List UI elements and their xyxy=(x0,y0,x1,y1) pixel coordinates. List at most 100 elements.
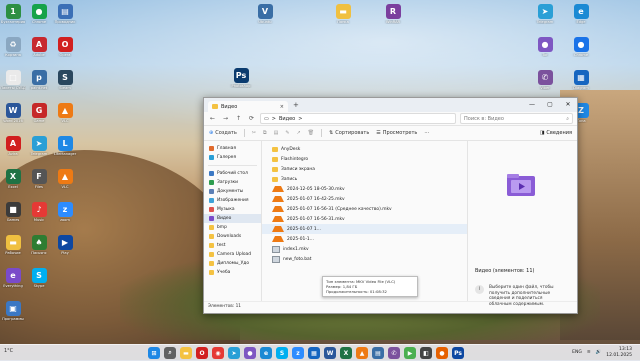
taskbar-app-icon[interactable]: ▲ xyxy=(356,347,368,359)
desktop-shortcut[interactable]: ▤ Проводник xyxy=(52,4,78,34)
desktop-shortcut[interactable]: z zoom xyxy=(52,202,78,232)
desktop-shortcut[interactable]: O Opera xyxy=(52,37,78,67)
taskbar-app-icon[interactable]: ✆ xyxy=(388,347,400,359)
clock[interactable]: 13:13 12.01.2025 xyxy=(606,347,632,358)
desktop-shortcut[interactable]: S Steam xyxy=(52,70,78,100)
sidebar-item[interactable]: Галерея xyxy=(204,153,261,162)
address-bar[interactable]: ▭ > Видео > xyxy=(260,113,456,124)
desktop-shortcut[interactable]: A Adobe xyxy=(26,37,52,67)
copy-icon[interactable]: ⧉ xyxy=(263,130,267,136)
folder-item[interactable]: Flashintegro xyxy=(262,154,467,164)
details-button[interactable]: ◨ Сведения xyxy=(540,130,572,136)
desktop-shortcut[interactable]: ♠ Пасьянс xyxy=(26,235,52,265)
sidebar-item[interactable]: Дипломы_Удо xyxy=(204,259,261,268)
language-indicator[interactable]: ENG xyxy=(572,350,582,355)
desktop-shortcut[interactable]: X Excel xyxy=(0,169,26,199)
desktop-shortcut[interactable]: S Skype xyxy=(26,268,52,298)
desktop-shortcut[interactable]: e Everything xyxy=(0,268,26,298)
desktop-shortcut[interactable]: W Word 2016 xyxy=(0,103,26,133)
desktop-shortcut[interactable]: ♪ Music xyxy=(26,202,52,232)
taskbar-app-icon[interactable]: X xyxy=(340,347,352,359)
folder-item[interactable]: Запись xyxy=(262,174,467,184)
file-item[interactable]: 2025-01-07 16-42-25.mkv xyxy=(262,194,467,204)
taskbar-app-icon[interactable]: ● xyxy=(436,347,448,359)
sort-button[interactable]: ⇅ Сортировать xyxy=(329,130,369,136)
taskbar-app-icon[interactable]: ⌕ xyxy=(164,347,176,359)
desktop-shortcut[interactable]: 1 Бухгалтерия xyxy=(0,4,26,34)
sidebar-item[interactable]: Учеба xyxy=(204,268,261,277)
desktop-shortcut[interactable]: ✆ Viber xyxy=(532,70,558,100)
file-item[interactable]: 2025-01-07 16-56-31 (Среднее качество).m… xyxy=(262,204,467,214)
desktop-shortcut[interactable]: A Avira xyxy=(0,136,26,166)
paste-icon[interactable]: ▤ xyxy=(274,130,279,136)
share-icon[interactable]: ↗ xyxy=(297,130,301,136)
volume-icon[interactable]: 🔊 xyxy=(596,350,602,355)
desktop-shortcut[interactable]: ➤ Telegram xyxy=(26,136,52,166)
taskbar-app-icon[interactable]: ▬ xyxy=(180,347,192,359)
minimize-button[interactable]: — xyxy=(523,98,541,112)
view-button[interactable]: ☰ Просмотреть xyxy=(376,130,417,136)
desktop-shortcut[interactable]: ♻ Корзина xyxy=(0,37,26,67)
taskbar-app-icon[interactable]: W xyxy=(324,347,336,359)
desktop-shortcut[interactable]: e Edge xyxy=(568,4,594,34)
tab-video[interactable]: Видео × xyxy=(208,101,288,112)
cut-icon[interactable]: ✂ xyxy=(252,130,256,136)
desktop-shortcut[interactable]: ● Chrome xyxy=(26,4,52,34)
sidebar-item[interactable]: Видео xyxy=(204,214,261,223)
wifi-icon[interactable]: ≋ xyxy=(587,350,591,355)
taskbar-app-icon[interactable]: ◧ xyxy=(420,347,432,359)
search-input[interactable]: Поиск в: Видео ⌕ xyxy=(460,113,573,124)
create-button[interactable]: ⊕ Создать xyxy=(209,130,237,136)
file-item[interactable]: index1.mkv xyxy=(262,244,467,254)
sidebar-item[interactable]: Документы xyxy=(204,187,261,196)
desktop-shortcut[interactable]: ● Chrome xyxy=(568,37,594,67)
desktop-shortcut[interactable]: R WinRAR xyxy=(380,4,406,34)
sidebar-item[interactable]: test xyxy=(204,241,261,250)
desktop-shortcut[interactable]: ▦ Diagram xyxy=(568,70,594,100)
sidebar-item[interactable]: Camera Upload xyxy=(204,250,261,259)
weather-widget[interactable]: 1°C xyxy=(4,348,13,354)
folder-item[interactable]: Записи экрана xyxy=(262,164,467,174)
desktop-shortcut[interactable]: ▬ Рабочие xyxy=(0,235,26,265)
desktop-shortcut[interactable]: □ Пакеты СУБД xyxy=(0,70,26,100)
desktop-shortcut[interactable]: ▶ Play xyxy=(52,235,78,265)
forward-arrow-icon[interactable]: → xyxy=(221,115,230,122)
taskbar-app-icon[interactable]: e xyxy=(260,347,272,359)
taskbar-app-icon[interactable]: ◉ xyxy=(212,347,224,359)
close-window-button[interactable]: ✕ xyxy=(559,98,577,112)
rename-icon[interactable]: ✎ xyxy=(285,130,289,136)
taskbar-app-icon[interactable]: ▶ xyxy=(404,347,416,359)
desktop-shortcut[interactable]: ■ Games xyxy=(0,202,26,232)
new-tab-button[interactable]: + xyxy=(293,101,299,109)
desktop-shortcut[interactable]: G Game xyxy=(26,103,52,133)
taskbar-app-icon[interactable]: ▤ xyxy=(372,347,384,359)
taskbar-app-icon[interactable]: ● xyxy=(244,347,256,359)
more-options-button[interactable]: ··· xyxy=(424,130,429,136)
file-item[interactable]: 2024-12-05 18-05-30.mkv xyxy=(262,184,467,194)
taskbar-app-icon[interactable]: ➤ xyxy=(228,347,240,359)
desktop-shortcut[interactable]: ▣ Программы xyxy=(0,301,26,331)
refresh-icon[interactable]: ⟳ xyxy=(247,115,256,122)
folder-item[interactable]: AnyDesk xyxy=(262,144,467,154)
file-item[interactable]: new_foto.bat xyxy=(262,254,467,264)
up-arrow-icon[interactable]: ↑ xyxy=(234,115,243,122)
file-item[interactable]: 2025-01-07 16-56-31.mkv xyxy=(262,214,467,224)
delete-icon[interactable]: 🗑 xyxy=(308,130,314,136)
breadcrumb-video[interactable]: Видео xyxy=(279,116,295,122)
desktop-shortcut[interactable]: ● Tor xyxy=(532,37,558,67)
desktop-shortcut[interactable]: ➤ Telegram xyxy=(532,4,558,34)
desktop-shortcut[interactable]: ▲ VLC xyxy=(52,169,78,199)
taskbar-app-icon[interactable]: S xyxy=(276,347,288,359)
file-item[interactable]: 2025-01-1... xyxy=(262,234,467,244)
sidebar-item[interactable]: Загрузки xyxy=(204,178,261,187)
desktop-shortcut[interactable]: ▬ Папка xyxy=(330,4,356,34)
sidebar-item[interactable]: Рабочий стол xyxy=(204,169,261,178)
taskbar-app-icon[interactable]: Ps xyxy=(452,347,464,359)
file-item[interactable]: 2025-01-07 1... xyxy=(262,224,467,234)
taskbar-app-icon[interactable]: z xyxy=(292,347,304,359)
desktop-shortcut[interactable]: ▲ VLC xyxy=(52,103,78,133)
maximize-button[interactable]: ▢ xyxy=(541,98,559,112)
sidebar-item[interactable]: Главная xyxy=(204,144,261,153)
desktop-shortcut[interactable]: p paint.net xyxy=(26,70,52,100)
taskbar-app-icon[interactable]: O xyxy=(196,347,208,359)
